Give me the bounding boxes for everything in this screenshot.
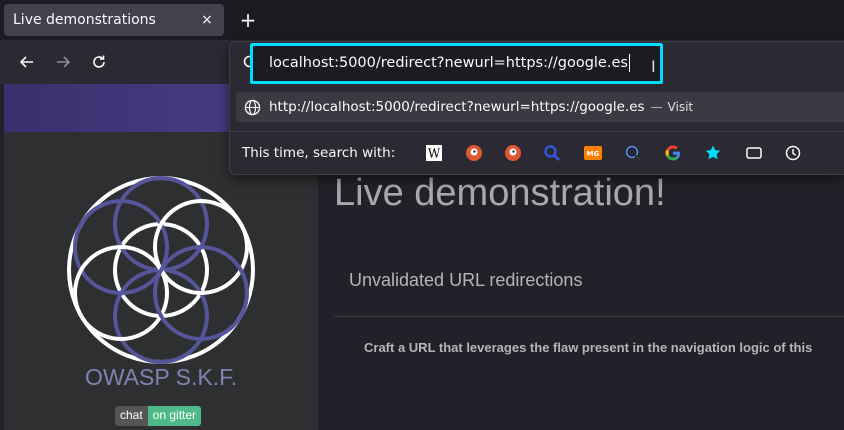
suggestion-action: Visit (667, 100, 694, 114)
tabs-icon[interactable] (743, 142, 765, 164)
text-caret (628, 54, 630, 72)
page-title: Live demonstration! (334, 172, 666, 214)
brand-name: OWASP S.K.F. (84, 364, 238, 390)
close-tab-icon[interactable]: × (198, 11, 216, 29)
duckduckgo-alt-icon[interactable] (502, 142, 524, 164)
gitter-chat-badge[interactable]: chat on gitter (115, 406, 202, 426)
arrow-left-icon (19, 56, 33, 68)
owasp-logo-icon (67, 176, 255, 364)
suggestion-separator: — (650, 100, 663, 114)
section-title: Unvalidated URL redirections (349, 270, 583, 290)
urlbar-panel: localhost:5000/redirect?newurl=https://g… (229, 41, 844, 175)
badge-left-label: chat (115, 406, 148, 426)
reload-button[interactable] (87, 50, 111, 74)
badge-right-label: on gitter (147, 406, 202, 426)
wikipedia-icon[interactable]: W (423, 142, 445, 164)
address-value: localhost:5000/redirect?newurl=https://g… (269, 55, 628, 71)
globe-icon (244, 99, 261, 115)
challenge-description: Craft a URL that leverages the flaw pres… (364, 340, 813, 355)
duckduckgo-icon[interactable] (463, 142, 485, 164)
tab-bar: Live demonstrations × + (0, 0, 844, 40)
google-icon[interactable] (662, 142, 684, 164)
urlbar-row: localhost:5000/redirect?newurl=https://g… (230, 42, 844, 86)
suggestion-url: http://localhost:5000/redirect?newurl=ht… (269, 99, 645, 115)
one-off-search-bar: This time, search with: W MG (230, 131, 844, 175)
tab-live-demonstrations[interactable]: Live demonstrations × (4, 4, 224, 36)
search-with-label: This time, search with: (242, 145, 396, 161)
arrow-right-icon (57, 56, 71, 68)
tab-title: Live demonstrations (13, 12, 156, 28)
address-input[interactable]: localhost:5000/redirect?newurl=https://g… (250, 43, 663, 84)
url-suggestion[interactable]: http://localhost:5000/redirect?newurl=ht… (236, 92, 844, 122)
svg-text:MG: MG (587, 150, 600, 158)
reload-icon (93, 55, 105, 68)
history-icon[interactable] (782, 142, 804, 164)
forward-button[interactable] (51, 50, 75, 74)
metager-icon[interactable]: MG (582, 142, 604, 164)
back-button[interactable] (15, 50, 39, 74)
new-tab-button[interactable]: + (236, 8, 260, 32)
bookmarks-icon[interactable] (702, 142, 724, 164)
qwant-icon[interactable] (622, 142, 644, 164)
ibeam-cursor-icon: I (651, 57, 656, 76)
divider (334, 316, 844, 317)
svg-text:W: W (428, 147, 441, 161)
search-engine-icon[interactable] (541, 142, 563, 164)
